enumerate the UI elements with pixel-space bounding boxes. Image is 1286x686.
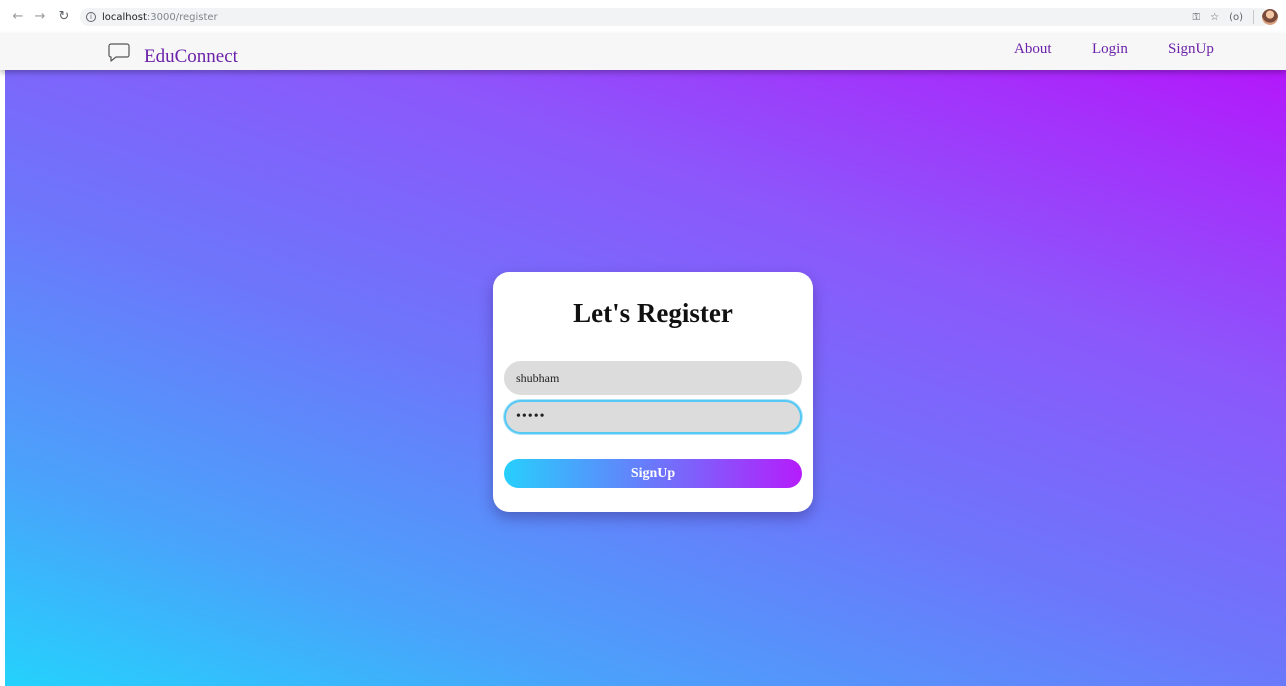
key-icon[interactable]: ⚿ <box>1192 12 1200 23</box>
password-input[interactable] <box>504 400 802 434</box>
app-navbar: EduConnect About Login SignUp <box>0 33 1286 70</box>
signup-button[interactable]: SignUp <box>504 459 802 488</box>
forward-arrow-icon[interactable]: → <box>30 7 50 27</box>
star-icon[interactable]: ☆ <box>1210 12 1219 23</box>
brand-name: EduConnect <box>144 46 238 67</box>
nav-link-signup[interactable]: SignUp <box>1168 41 1214 58</box>
media-icon[interactable]: (o) <box>1229 12 1243 23</box>
url-host: localhost <box>102 11 147 23</box>
url-path: :3000/register <box>146 11 218 23</box>
toolbar-divider <box>1253 10 1254 24</box>
brand[interactable]: EduConnect <box>107 38 238 68</box>
register-card: Let's Register SignUp <box>493 272 813 512</box>
chat-bubble-icon <box>108 43 130 62</box>
username-input[interactable] <box>504 361 802 395</box>
page-title: Let's Register <box>573 298 733 328</box>
back-arrow-icon[interactable]: ← <box>8 7 28 27</box>
browser-actions: ⚿ ☆ (o) <box>1182 6 1286 28</box>
reload-icon[interactable]: ↻ <box>54 7 74 27</box>
address-bar[interactable]: i localhost:3000/register <box>80 8 1270 26</box>
site-info-icon[interactable]: i <box>86 12 96 22</box>
profile-avatar-icon[interactable] <box>1262 9 1278 25</box>
browser-toolbar: ← → ↻ i localhost:3000/register ⚿ ☆ (o) <box>0 0 1286 33</box>
nav-link-login[interactable]: Login <box>1092 41 1128 58</box>
nav-link-about[interactable]: About <box>1014 41 1052 58</box>
